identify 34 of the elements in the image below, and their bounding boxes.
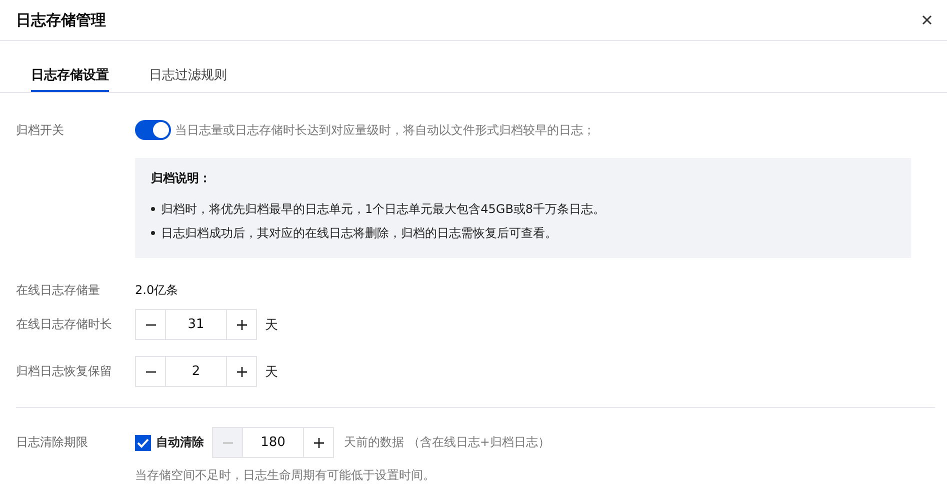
- info-item: 归档时，将优先归档最早的日志单元，1个日志单元最大包含45GB或8千万条日志。: [161, 201, 606, 218]
- unit-label: 天: [265, 316, 278, 334]
- field-label: 归档开关: [16, 122, 65, 138]
- plus-button[interactable]: [226, 309, 257, 340]
- checkbox[interactable]: [135, 434, 151, 450]
- suffix-text: 天前的数据 （含在线日志+归档日志）: [344, 434, 550, 451]
- plus-button[interactable]: [303, 427, 334, 458]
- tab[interactable]: 日志过滤规则: [149, 66, 227, 92]
- plus-icon: [236, 320, 246, 330]
- close-icon[interactable]: [921, 14, 933, 26]
- info-item: 日志归档成功后，其对应的在线日志将删除，归档的日志需恢复后可查看。: [161, 225, 557, 242]
- tab[interactable]: 日志存储设置: [31, 66, 109, 92]
- switch-description: 当日志量或日志存储时长达到对应量级时，将自动以文件形式归档较早的日志；: [175, 122, 595, 138]
- info-title: 归档说明：: [151, 170, 212, 187]
- plus-icon: [314, 438, 324, 448]
- checkbox-label: 自动清除: [156, 434, 204, 451]
- field-value: 2.0亿条: [135, 282, 178, 299]
- field-label: 归档日志恢复保留: [16, 363, 113, 380]
- plus-button[interactable]: [226, 356, 257, 387]
- checkmark-icon: [137, 438, 149, 448]
- field-label: 在线日志存储量: [16, 282, 101, 299]
- hint-text: 当存储空间不足时，日志生命周期有可能低于设置时间。: [135, 467, 436, 484]
- number-input[interactable]: 180: [243, 427, 303, 458]
- toggle-switch[interactable]: [135, 120, 171, 140]
- dialog-title: 日志存储管理: [16, 10, 106, 30]
- unit-label: 天: [265, 364, 278, 380]
- number-input[interactable]: 2: [166, 356, 226, 387]
- bullet-icon: [151, 207, 155, 211]
- number-input[interactable]: 31: [166, 309, 226, 340]
- field-label: 日志清除期限: [16, 434, 89, 451]
- plus-icon: [236, 366, 246, 376]
- close-glyph-icon: [921, 14, 933, 26]
- bullet-icon: [151, 231, 155, 235]
- field-label: 在线日志存储时长: [16, 316, 113, 333]
